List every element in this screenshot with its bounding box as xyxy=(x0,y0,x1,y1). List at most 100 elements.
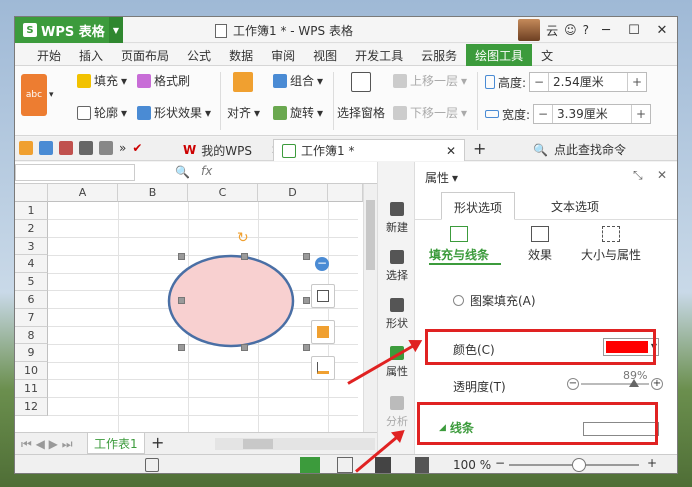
zoom-icon[interactable]: 🔍 xyxy=(175,165,190,179)
move-up-button[interactable]: 上移一层 ▾ xyxy=(393,72,467,89)
width-field[interactable]: − 3.39厘米 + xyxy=(533,104,652,124)
resize-handle[interactable] xyxy=(178,297,185,304)
sidebar-item-analyze[interactable]: 分析 xyxy=(378,396,416,429)
resize-handle[interactable] xyxy=(178,253,185,260)
zoom-in-icon[interactable]: + xyxy=(647,456,657,470)
fx-icon[interactable]: fx xyxy=(201,164,212,178)
more-icon[interactable]: » xyxy=(119,141,126,155)
col-header-a[interactable]: A xyxy=(48,184,118,202)
tab-my-wps[interactable]: W 我的WPS ✕ xyxy=(175,139,289,161)
tab-formula[interactable]: 公式 xyxy=(178,44,220,66)
resize-handle[interactable] xyxy=(241,344,248,351)
col-header-d[interactable]: D xyxy=(258,184,328,202)
col-header-c[interactable]: C xyxy=(188,184,258,202)
increase-icon[interactable]: + xyxy=(651,378,663,390)
width-input[interactable]: 3.39厘米 xyxy=(552,105,633,123)
resize-handle[interactable] xyxy=(178,344,185,351)
close-button[interactable]: ✕ xyxy=(651,20,673,40)
pin-icon[interactable]: ✔ xyxy=(132,141,142,155)
transparency-slider[interactable]: − + xyxy=(565,372,665,394)
height-increase-button[interactable]: + xyxy=(628,75,646,89)
row-header[interactable]: 4 xyxy=(15,255,48,274)
tab-home[interactable]: 开始 xyxy=(15,44,70,66)
add-sheet-button[interactable]: + xyxy=(151,433,164,452)
format-painter-button[interactable]: 格式刷 xyxy=(137,72,190,89)
read-mode-icon[interactable] xyxy=(415,457,429,473)
tab-view[interactable]: 视图 xyxy=(304,44,346,66)
tab-review[interactable]: 审阅 xyxy=(262,44,304,66)
avatar[interactable] xyxy=(518,19,541,41)
sub-tab-size-property[interactable]: 大小与属性 xyxy=(581,226,641,263)
save-icon[interactable] xyxy=(39,141,53,155)
close-icon[interactable]: ✕ xyxy=(657,168,667,182)
width-increase-button[interactable]: + xyxy=(632,107,650,121)
normal-view-icon[interactable] xyxy=(300,457,320,473)
select-all-corner[interactable] xyxy=(15,184,48,202)
tab-drawing-tools[interactable]: 绘图工具 xyxy=(466,44,533,66)
sub-tab-fill-line[interactable]: 填充与线条 xyxy=(429,226,489,263)
chevron-down-icon[interactable]: ▼ xyxy=(109,17,123,43)
move-down-button[interactable]: 下移一层 ▾ xyxy=(393,104,467,121)
macro-icon[interactable] xyxy=(145,458,159,472)
ellipse-body[interactable] xyxy=(167,254,295,348)
tab-cloud[interactable]: 云服务 xyxy=(412,44,466,66)
shape-fill-button[interactable] xyxy=(311,320,335,344)
sidebar-item-new[interactable]: 新建 xyxy=(378,202,416,235)
name-box[interactable] xyxy=(15,164,135,181)
panel-title[interactable]: 属性 ▾ xyxy=(425,169,458,186)
resize-handle[interactable] xyxy=(241,253,248,260)
dock-icon[interactable]: ⤡ xyxy=(633,168,643,183)
app-menu-button[interactable]: S WPS 表格 ▼ xyxy=(15,17,123,43)
horizontal-scrollbar[interactable] xyxy=(215,438,375,450)
page-break-icon[interactable] xyxy=(375,457,391,473)
row-header[interactable]: 2 xyxy=(15,219,48,238)
sheet-tab-1[interactable]: 工作表1 xyxy=(87,433,145,454)
height-input[interactable]: 2.54厘米 xyxy=(548,73,629,91)
formula-input[interactable] xyxy=(235,164,377,181)
shape-outline-button[interactable] xyxy=(311,356,335,380)
resize-handle[interactable] xyxy=(303,253,310,260)
outline-button[interactable]: 轮廓 ▾ xyxy=(77,104,127,121)
style-dropdown-icon[interactable]: ▾ xyxy=(49,90,54,100)
maximize-button[interactable]: ☐ xyxy=(623,20,645,40)
open-icon[interactable] xyxy=(19,141,33,155)
tab-workbook[interactable]: 工作簿1 * ✕ xyxy=(273,139,465,161)
col-header-b[interactable]: B xyxy=(118,184,188,202)
user-name[interactable]: 云 xyxy=(546,22,558,39)
scroll-thumb[interactable] xyxy=(366,200,375,270)
row-header[interactable]: 1 xyxy=(15,202,48,220)
sidebar-item-select[interactable]: 选择 xyxy=(378,250,416,283)
col-header-e[interactable] xyxy=(328,184,363,202)
zoom-thumb[interactable] xyxy=(572,458,586,472)
tab-text[interactable]: 文 xyxy=(532,44,562,66)
minimize-button[interactable]: ─ xyxy=(595,20,617,40)
pattern-fill-option[interactable]: 图案填充(A) xyxy=(453,292,536,309)
print-icon[interactable] xyxy=(79,141,93,155)
tab-text-options[interactable]: 文本选项 xyxy=(539,192,611,220)
row-header[interactable]: 7 xyxy=(15,308,48,327)
tab-shape-options[interactable]: 形状选项 xyxy=(441,192,516,220)
group-button[interactable]: 组合 ▾ xyxy=(273,72,323,89)
height-field[interactable]: − 2.54厘米 + xyxy=(529,72,648,92)
tab-developer[interactable]: 开发工具 xyxy=(346,44,412,66)
ellipse-shape[interactable] xyxy=(165,254,305,364)
page-view-icon[interactable] xyxy=(337,457,353,473)
rotate-button[interactable]: 旋转 ▾ xyxy=(273,104,323,121)
height-decrease-button[interactable]: − xyxy=(530,75,548,89)
zoom-out-icon[interactable]: − xyxy=(495,456,505,470)
rotate-handle-icon[interactable]: ↻ xyxy=(237,230,249,246)
shape-style-preview[interactable]: abc xyxy=(21,74,47,116)
row-header[interactable]: 9 xyxy=(15,344,48,363)
sheet-nav-icons[interactable]: ⏮ ◀ ▶ ⏭ xyxy=(21,437,73,452)
search-command[interactable]: 🔍 点此查找命令 xyxy=(533,141,626,158)
export-pdf-icon[interactable] xyxy=(59,141,73,155)
row-header[interactable]: 11 xyxy=(15,380,48,398)
collapse-icon[interactable]: − xyxy=(315,257,329,271)
fill-button[interactable]: 填充 ▾ xyxy=(77,72,127,89)
resize-handle[interactable] xyxy=(303,297,310,304)
width-decrease-button[interactable]: − xyxy=(534,107,552,121)
selection-pane-button[interactable]: 选择窗格 xyxy=(337,104,385,121)
shape-effect-button[interactable]: 形状效果 ▾ xyxy=(137,104,211,121)
row-header[interactable]: 8 xyxy=(15,326,48,345)
resize-handle[interactable] xyxy=(303,344,310,351)
